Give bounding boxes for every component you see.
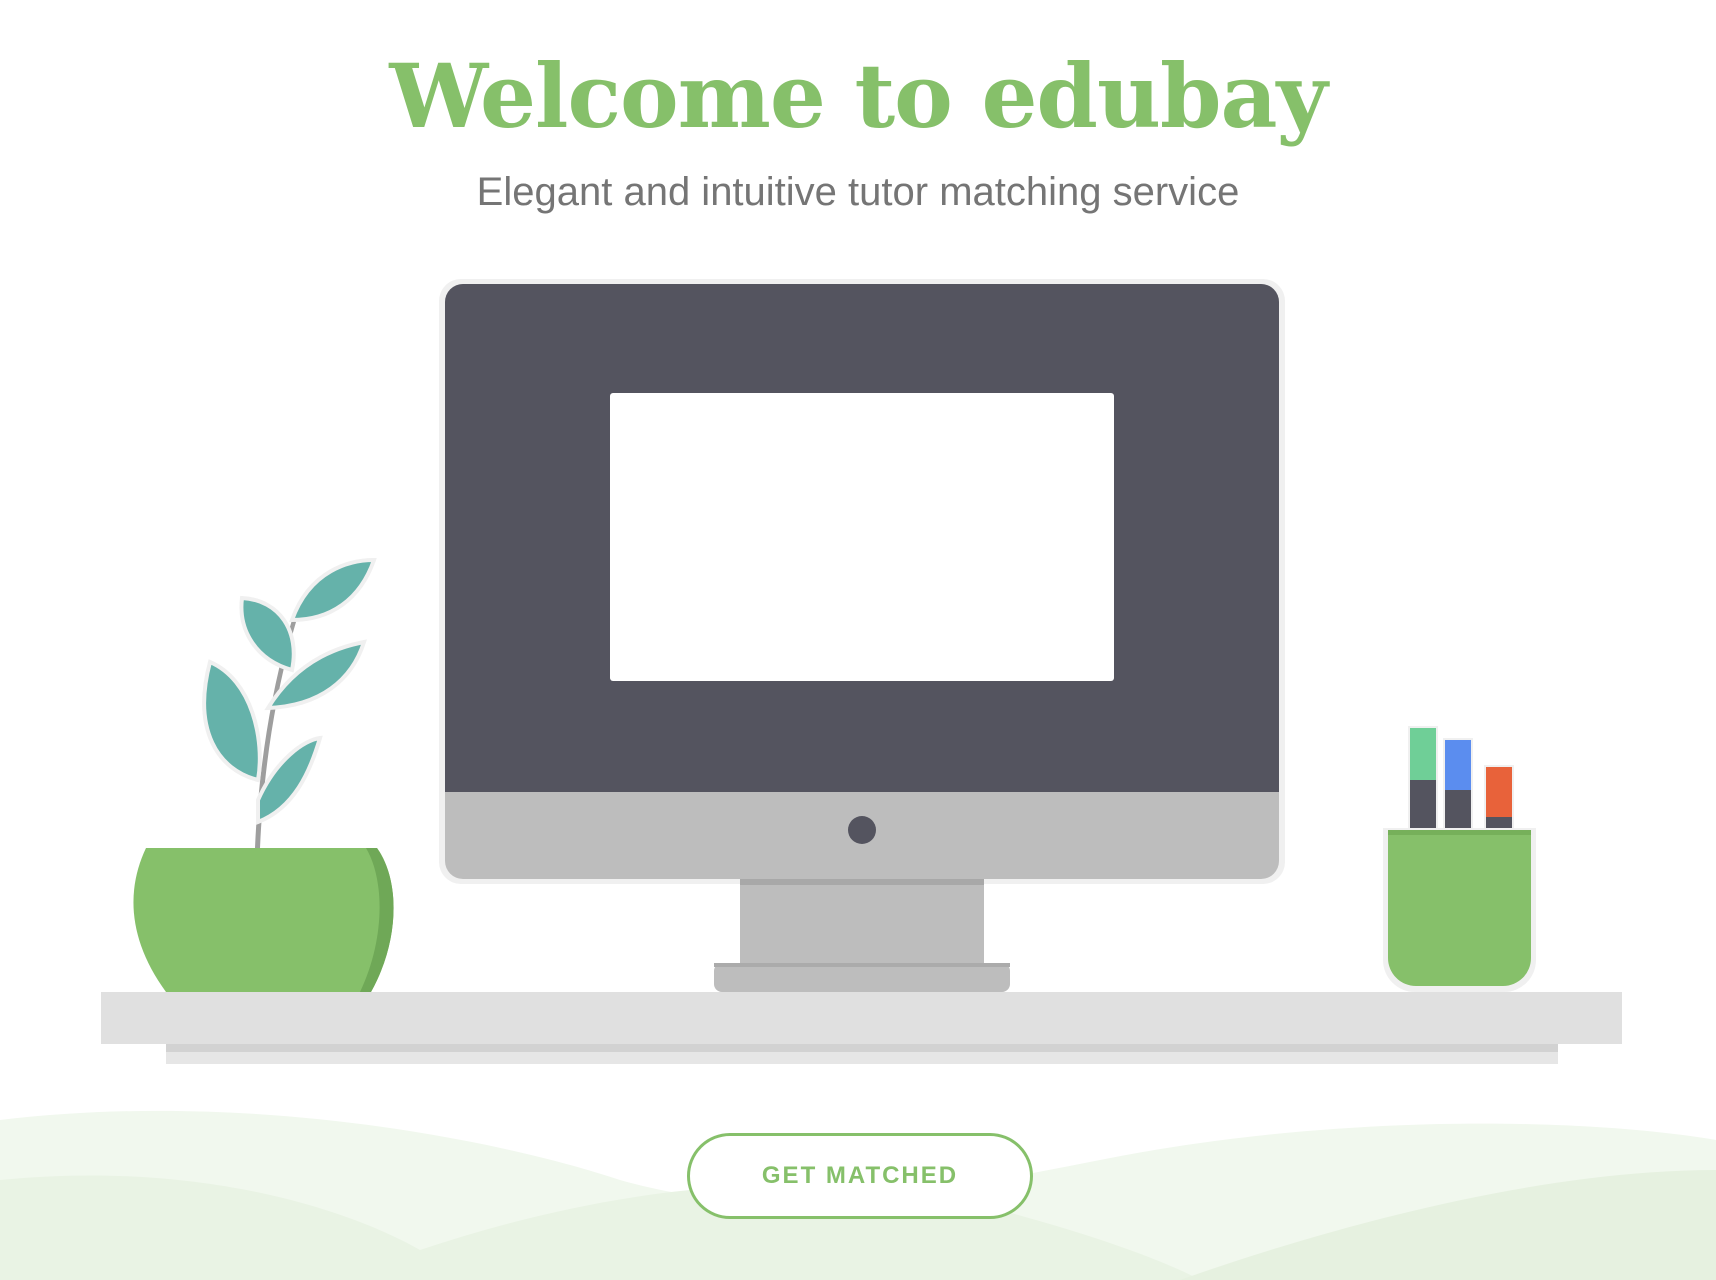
desk-illustration (101, 279, 1622, 1064)
page-title: Welcome to edubay (389, 44, 1327, 148)
pen-cup-illustration (1383, 726, 1536, 992)
monitor-illustration (439, 279, 1285, 992)
get-matched-button[interactable]: GET MATCHED (687, 1133, 1033, 1219)
landing-page: Welcome to edubay Elegant and intuitive … (0, 0, 1716, 1280)
page-subtitle: Elegant and intuitive tutor matching ser… (476, 170, 1240, 214)
desk-shelf (101, 992, 1622, 1064)
potted-plant-illustration (133, 557, 394, 992)
